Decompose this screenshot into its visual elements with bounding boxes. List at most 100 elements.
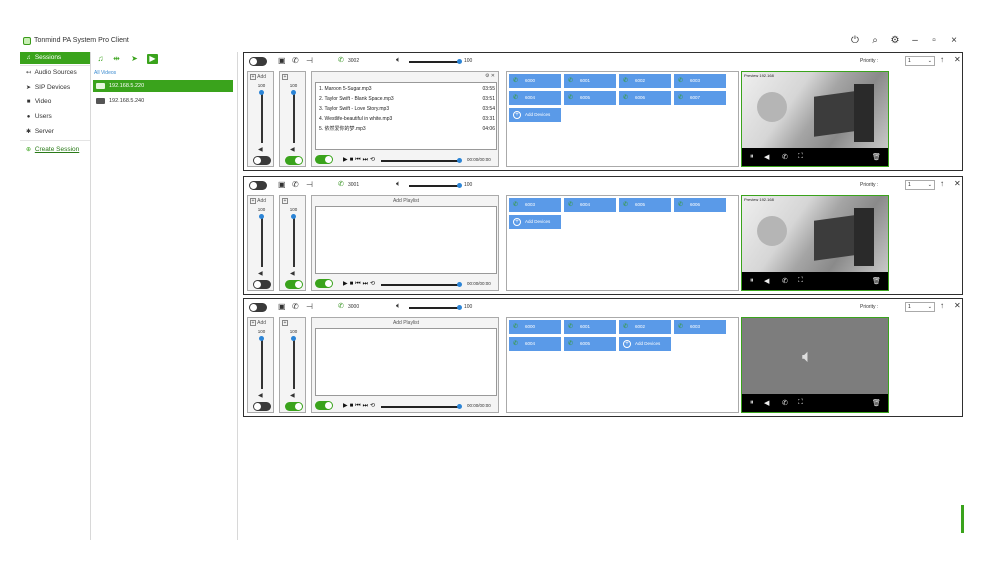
phone-icon[interactable]: ✆: [292, 302, 299, 311]
source-toggle[interactable]: [253, 402, 271, 411]
session-volume-knob[interactable]: [457, 59, 462, 64]
volume-slider[interactable]: [293, 91, 295, 143]
device-tile[interactable]: ✆ 6005: [564, 91, 616, 105]
playlist-toggle[interactable]: [285, 280, 303, 289]
seek-knob[interactable]: [457, 158, 462, 163]
speaker-icon[interactable]: ◀: [764, 277, 769, 285]
device-tile[interactable]: ✆ 6005: [619, 198, 671, 212]
pause-icon[interactable]: ⏸: [750, 399, 754, 407]
schedule-icon[interactable]: ▣: [278, 180, 286, 189]
camera-list-item[interactable]: 192.168.5.220: [93, 80, 233, 92]
device-tile[interactable]: ✆ 6003: [674, 74, 726, 88]
intercom-icon[interactable]: ⊣: [306, 56, 313, 65]
send-icon[interactable]: ➤: [129, 54, 140, 63]
schedule-icon[interactable]: ▣: [278, 56, 286, 65]
trash-icon[interactable]: 🗑︎: [872, 399, 881, 407]
intercom-icon[interactable]: ⊣: [306, 180, 313, 189]
add-playlist-button[interactable]: +: [282, 74, 288, 80]
intercom-icon[interactable]: ⊣: [306, 302, 313, 311]
device-tile[interactable]: ✆ 6004: [564, 198, 616, 212]
device-tile[interactable]: ✆ 6005: [564, 337, 616, 351]
add-source-button[interactable]: + Add: [250, 320, 266, 326]
nav-item-users[interactable]: ● Users: [20, 111, 90, 123]
phone-icon[interactable]: ✆: [782, 399, 788, 407]
session-power-toggle[interactable]: [249, 303, 267, 312]
playback-controls[interactable]: ▶■⏮⏭⟲: [343, 402, 377, 410]
close-icon[interactable]: ✕: [954, 301, 961, 310]
nav-item-audio-sources[interactable]: ↤ Audio Sources: [20, 67, 90, 79]
add-devices-button[interactable]: + Add Devices: [509, 215, 561, 229]
device-tile[interactable]: ✆ 6006: [674, 198, 726, 212]
phone-icon[interactable]: ✆: [292, 180, 299, 189]
volume-knob[interactable]: [259, 214, 264, 219]
minimize-icon[interactable]: –: [908, 34, 922, 48]
source-toggle[interactable]: [253, 156, 271, 165]
session-power-toggle[interactable]: [249, 181, 267, 190]
source-toggle[interactable]: [253, 280, 271, 289]
add-devices-button[interactable]: + Add Devices: [509, 108, 561, 122]
device-tile[interactable]: ✆ 6000: [509, 74, 561, 88]
camera-list-item[interactable]: 192.168.5.240: [93, 95, 233, 107]
trash-icon[interactable]: 🗑︎: [872, 153, 881, 161]
add-playlist-header[interactable]: Add Playlist: [312, 320, 500, 326]
pause-icon[interactable]: ⏸: [750, 277, 754, 285]
volume-slider[interactable]: [261, 91, 263, 143]
volume-knob[interactable]: [291, 90, 296, 95]
session-volume-knob[interactable]: [457, 183, 462, 188]
volume-slider[interactable]: [293, 215, 295, 267]
playback-toggle[interactable]: [315, 401, 333, 410]
pause-icon[interactable]: ⏸: [750, 153, 754, 161]
video-camera-icon[interactable]: ▶: [147, 54, 158, 64]
playlist-toggle[interactable]: [285, 156, 303, 165]
device-tile[interactable]: ✆ 6004: [509, 91, 561, 105]
add-playlist-button[interactable]: +: [282, 198, 288, 204]
nav-item-sip-devices[interactable]: ➤ SIP Devices: [20, 82, 90, 94]
playlist-window-controls[interactable]: ⚙ ✕: [485, 73, 495, 79]
arrow-up-icon[interactable]: ↑: [940, 179, 944, 188]
trash-icon[interactable]: 🗑︎: [872, 277, 881, 285]
volume-knob[interactable]: [259, 336, 264, 341]
playlist-track[interactable]: 3. Taylor Swift - Love Story.mp3 03:54: [319, 105, 495, 114]
create-session-link[interactable]: ⊕ Create Session: [20, 144, 90, 156]
session-power-toggle[interactable]: [249, 57, 267, 66]
playback-toggle[interactable]: [315, 155, 333, 164]
priority-select[interactable]: 1 ⌄: [905, 302, 935, 312]
volume-slider[interactable]: [261, 215, 263, 267]
playlist-track[interactable]: 2. Taylor Swift - Blank Space.mp3 03:51: [319, 95, 495, 104]
priority-select[interactable]: 1 ⌄: [905, 56, 935, 66]
device-tile[interactable]: ✆ 6004: [509, 337, 561, 351]
volume-knob[interactable]: [259, 90, 264, 95]
close-icon[interactable]: ×: [947, 34, 961, 48]
fullscreen-icon[interactable]: ⛶: [798, 399, 803, 407]
device-tile[interactable]: ✆ 6002: [619, 320, 671, 334]
playlist-track[interactable]: 5. 依然爱你的梦.mp3 04:06: [319, 125, 495, 134]
fullscreen-icon[interactable]: ⛶: [798, 277, 803, 285]
priority-select[interactable]: 1 ⌄: [905, 180, 935, 190]
seek-slider[interactable]: [381, 160, 461, 162]
device-tile[interactable]: ✆ 6006: [619, 91, 671, 105]
add-source-button[interactable]: + Add: [250, 198, 266, 204]
speaker-icon[interactable]: ◀: [764, 153, 769, 161]
playlist-track[interactable]: 1. Maroon 5-Sugar.mp3 03:55: [319, 85, 495, 94]
playback-controls[interactable]: ▶■⏮⏭⟲: [343, 156, 377, 164]
phone-icon[interactable]: ✆: [292, 56, 299, 65]
nav-item-video[interactable]: ■ Video: [20, 96, 90, 108]
device-tile[interactable]: ✆ 6007: [674, 91, 726, 105]
session-volume-slider[interactable]: [409, 307, 459, 309]
close-icon[interactable]: ✕: [954, 179, 961, 188]
phone-icon[interactable]: ✆: [782, 153, 788, 161]
search-icon[interactable]: ⌕: [868, 34, 882, 48]
speaker-icon[interactable]: ◀: [764, 399, 769, 407]
add-playlist-header[interactable]: Add Playlist: [312, 198, 500, 204]
nav-item-sessions[interactable]: ♫ Sessions: [20, 52, 90, 64]
volume-slider[interactable]: [261, 337, 263, 389]
device-tile[interactable]: ✆ 6003: [509, 198, 561, 212]
device-tile[interactable]: ✆ 6003: [674, 320, 726, 334]
arrow-up-icon[interactable]: ↑: [940, 55, 944, 64]
audio-source-icon[interactable]: ⇹: [111, 54, 122, 63]
seek-slider[interactable]: [381, 284, 461, 286]
session-volume-slider[interactable]: [409, 61, 459, 63]
add-playlist-button[interactable]: +: [282, 320, 288, 326]
add-devices-button[interactable]: + Add Devices: [619, 337, 671, 351]
power-icon[interactable]: ⏻: [848, 34, 862, 48]
